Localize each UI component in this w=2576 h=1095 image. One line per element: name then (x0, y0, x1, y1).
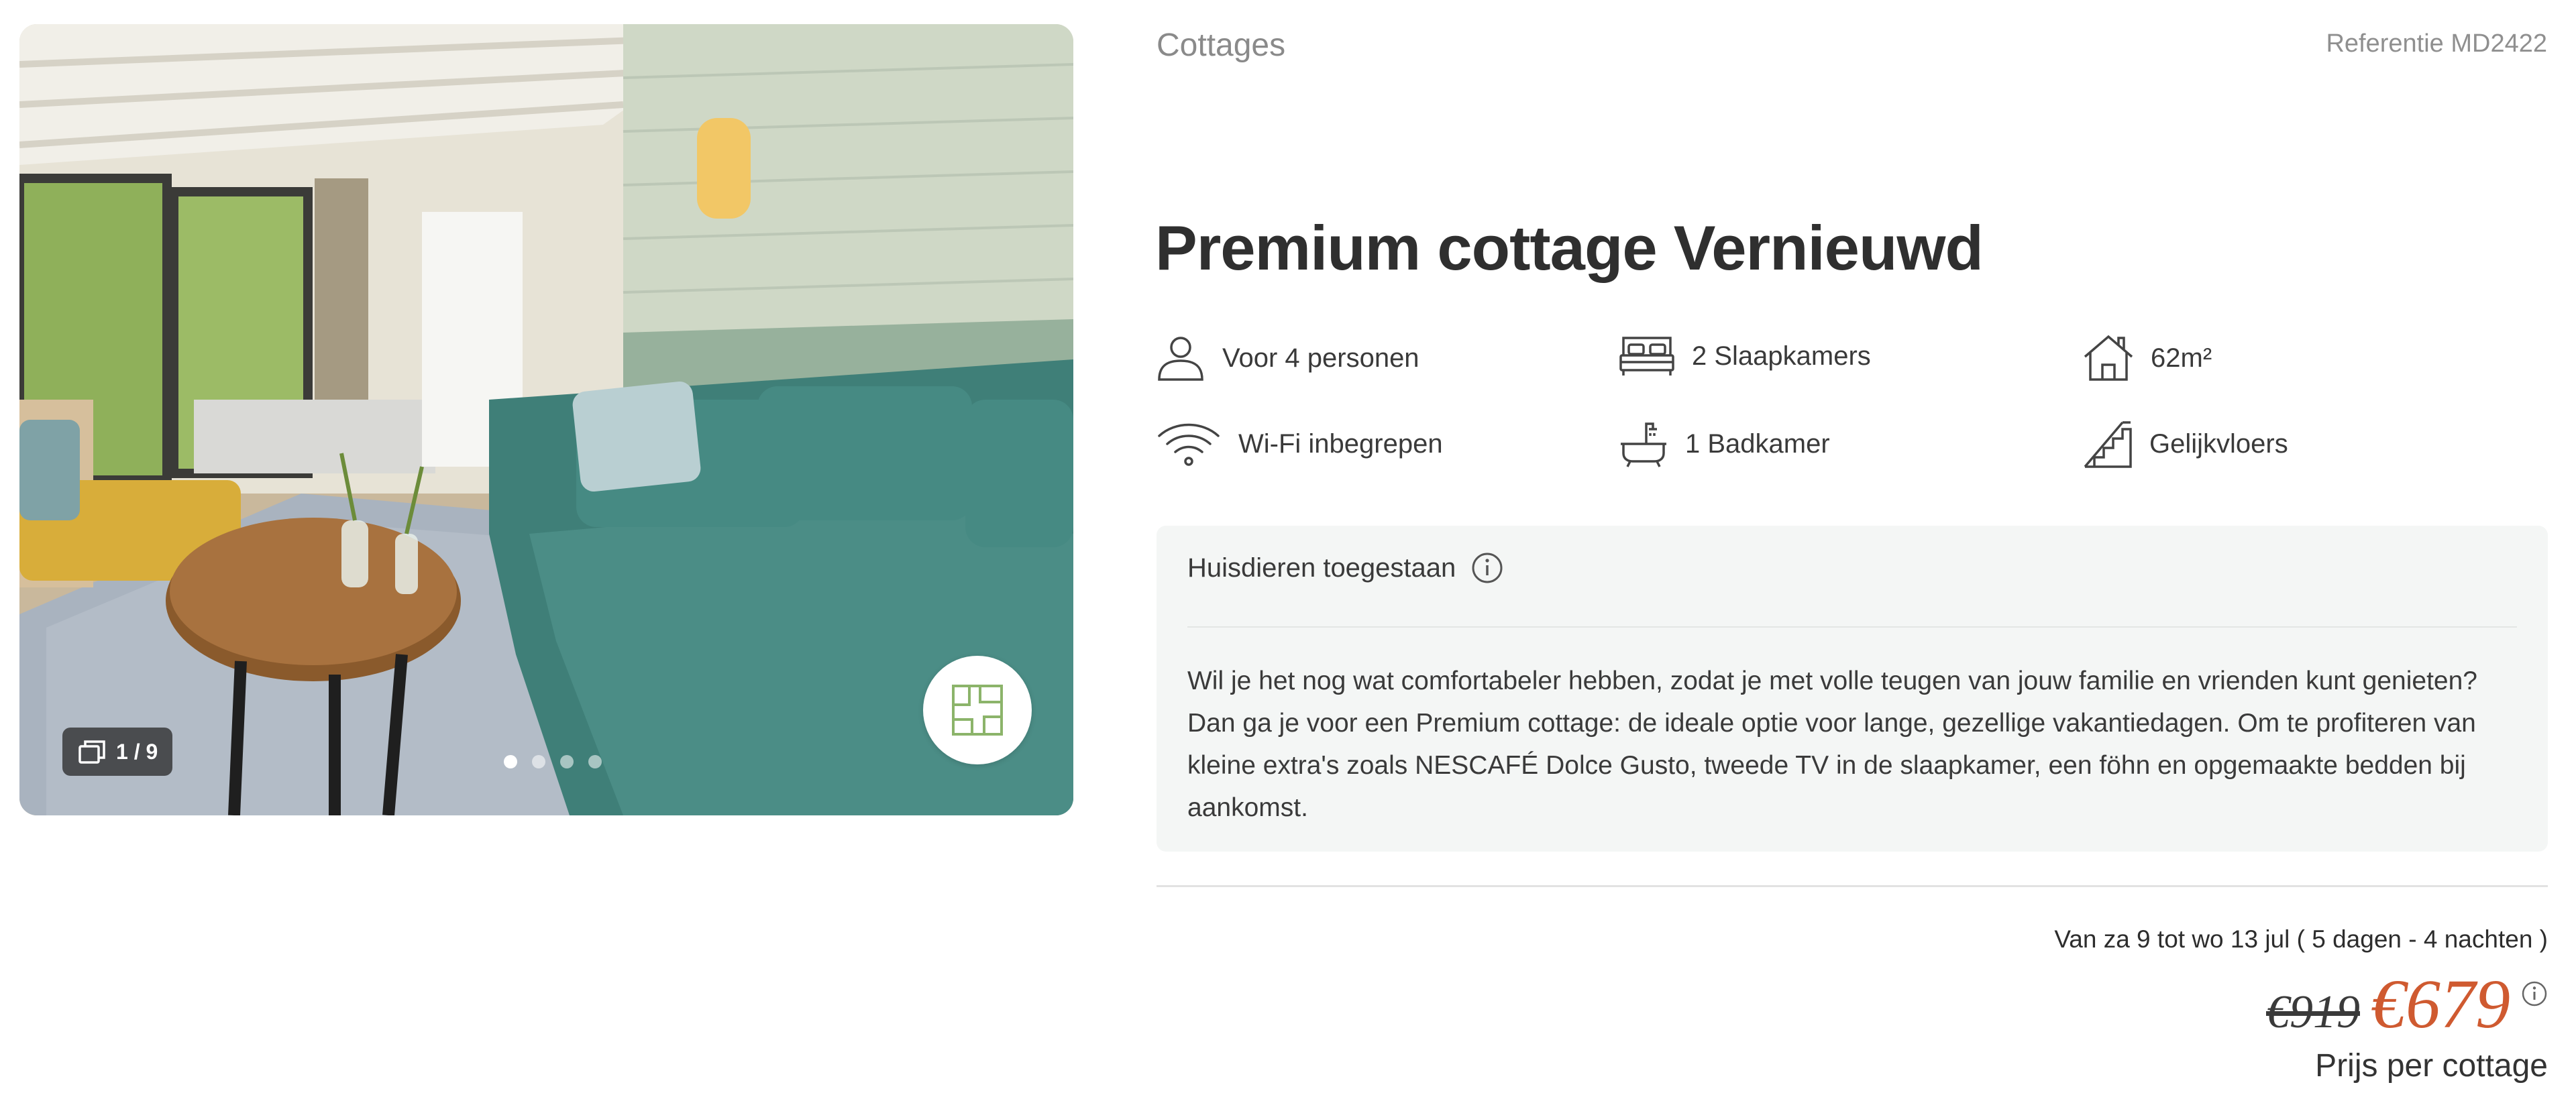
gallery-icon (78, 740, 105, 764)
panel-divider (1187, 626, 2517, 628)
feature-wifi: Wi-Fi inbegrepen (1155, 418, 1443, 469)
feature-single-floor: Gelijkvloers (2082, 418, 2288, 469)
carousel-dot[interactable] (560, 755, 574, 768)
bathtub-icon (1621, 422, 1666, 467)
person-icon (1158, 337, 1203, 381)
section-divider (1157, 885, 2548, 887)
wifi-icon (1158, 423, 1220, 466)
photo-gallery[interactable]: 1 / 9 (19, 24, 1073, 815)
description-text: Wil je het nog wat comfortabeler hebben,… (1187, 667, 2477, 822)
photo-counter-text: 1 / 9 (116, 739, 158, 764)
carousel-dots[interactable] (504, 755, 602, 768)
current-price: €679 (2371, 966, 2510, 1043)
price-row: €919 €679 (2266, 964, 2548, 1044)
floorplan-icon (952, 685, 1003, 736)
feature-label: Gelijkvloers (2149, 428, 2288, 459)
feature-bathroom: 1 Badkamer (1618, 418, 1830, 469)
feature-label: 1 Badkamer (1685, 428, 1830, 459)
photo-counter: 1 / 9 (62, 728, 173, 776)
carousel-dot[interactable] (588, 755, 602, 768)
feature-persons: Voor 4 personen (1155, 333, 1419, 384)
feature-bedrooms: 2 Slaapkamers (1618, 333, 1871, 380)
bed-icon (1619, 337, 1674, 376)
floorplan-button[interactable] (923, 656, 1032, 764)
price-info-icon[interactable] (2521, 980, 2548, 1007)
living-room-photo (19, 24, 1073, 815)
carousel-dot[interactable] (532, 755, 545, 768)
info-icon[interactable] (1470, 551, 1504, 585)
house-icon (2084, 335, 2133, 381)
stairs-icon (2084, 421, 2132, 468)
reference-code: Referentie MD2422 (2326, 30, 2547, 58)
carousel-dot[interactable] (504, 755, 517, 768)
category-label: Cottages (1157, 27, 1286, 63)
feature-label: 2 Slaapkamers (1692, 341, 1871, 371)
feature-label: Wi-Fi inbegrepen (1238, 428, 1443, 459)
feature-area: 62m² (2082, 333, 2212, 384)
feature-label: Voor 4 personen (1222, 343, 1419, 373)
stay-dates: Van za 9 tot wo 13 jul ( 5 dagen - 4 nac… (2054, 925, 2548, 953)
page-title: Premium cottage Vernieuwd (1155, 213, 1984, 283)
feature-label: 62m² (2151, 343, 2212, 373)
pets-label: Huisdieren toegestaan (1187, 553, 1456, 583)
info-panel: Huisdieren toegestaan Wil je het nog wat… (1157, 526, 2548, 852)
old-price: €919 (2266, 986, 2360, 1038)
price-note: Prijs per cottage (2315, 1048, 2548, 1084)
pets-allowed: Huisdieren toegestaan (1187, 551, 1504, 585)
